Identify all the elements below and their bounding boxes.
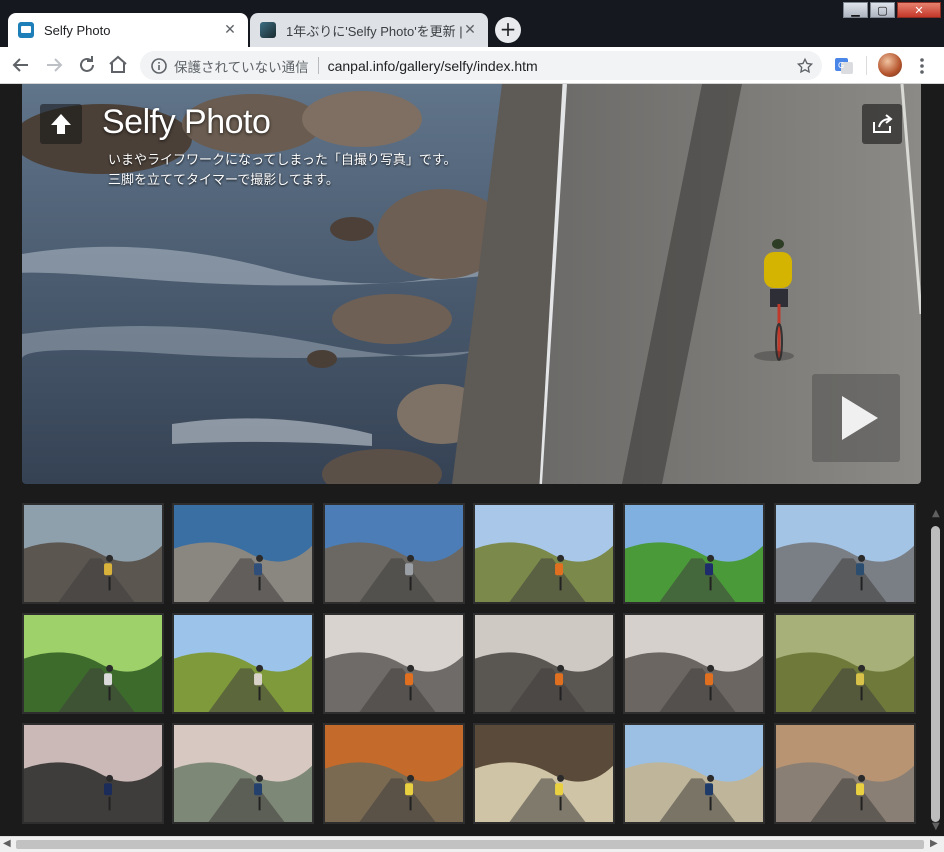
thumbnail-image (475, 615, 613, 712)
photo-thumbnail[interactable] (473, 613, 615, 714)
thumbnail-image (24, 725, 162, 822)
thumbnail-image (625, 725, 763, 822)
horizontal-scroll-thumb[interactable] (16, 840, 924, 849)
photo-thumbnail[interactable] (172, 503, 314, 604)
photo-thumbnail[interactable] (623, 613, 765, 714)
thumbnail-image (776, 725, 914, 822)
play-slideshow-button[interactable] (812, 374, 900, 462)
thumbnail-image (174, 615, 312, 712)
thumbnail-image (625, 615, 763, 712)
photo-thumbnail[interactable] (22, 503, 164, 604)
address-separator (317, 57, 319, 74)
photo-thumbnail[interactable] (22, 723, 164, 824)
thumbnail-image (325, 615, 463, 712)
horizontal-scrollbar[interactable]: ◀ ▶ (0, 836, 944, 852)
menu-dots-icon[interactable] (914, 56, 930, 76)
profile-avatar[interactable] (878, 53, 902, 77)
thumbnail-image (174, 505, 312, 602)
tab-title: 1年ぶりに'Selfy Photo'を更新 | (286, 23, 462, 39)
thumbnail-image (776, 615, 914, 712)
thumbnail-image (776, 505, 914, 602)
close-icon[interactable]: ✕ (897, 2, 941, 18)
security-status-text: 保護されていない通信 (174, 59, 309, 75)
scroll-down-arrow-icon[interactable]: ▼ (932, 821, 940, 832)
back-arrow-icon[interactable] (9, 53, 33, 77)
site-favicon-icon (18, 22, 34, 38)
url-text[interactable]: canpal.info/gallery/selfy/index.htm (328, 58, 538, 74)
tab-update-article[interactable]: 1年ぶりに'Selfy Photo'を更新 | ✕ (250, 13, 488, 47)
photo-thumbnail[interactable] (323, 613, 465, 714)
scroll-up-arrow-icon[interactable]: ▲ (932, 508, 940, 519)
share-button[interactable] (862, 104, 902, 144)
play-icon (842, 396, 878, 440)
svg-text:G: G (838, 61, 844, 70)
maximize-icon[interactable]: ▢ (870, 2, 895, 18)
scroll-left-arrow-icon[interactable]: ◀ (3, 838, 11, 849)
thumbnail-image (625, 505, 763, 602)
thumbnail-image (475, 725, 613, 822)
photo-thumbnail[interactable] (323, 723, 465, 824)
tab-title: Selfy Photo (44, 22, 111, 38)
vertical-scrollbar[interactable]: ▲ ▼ (928, 505, 944, 836)
info-icon[interactable] (150, 57, 168, 75)
tab-close-icon[interactable]: ✕ (462, 22, 478, 38)
browser-toolbar: 保護されていない通信 canpal.info/gallery/selfy/ind… (0, 47, 944, 84)
photo-thumbnail[interactable] (473, 723, 615, 824)
vertical-scroll-thumb[interactable] (931, 526, 940, 822)
new-tab-button[interactable]: + (495, 17, 521, 43)
article-favicon-icon (260, 22, 276, 38)
translate-extension-icon[interactable]: G (834, 56, 854, 76)
minimize-icon[interactable]: ▁ (843, 2, 868, 18)
photo-thumbnail[interactable] (774, 723, 916, 824)
reload-icon[interactable] (75, 53, 99, 77)
description-line: いまやライフワークになってしまった「自撮り写真」です。 (108, 152, 457, 167)
hero-background-image (22, 84, 921, 484)
thumbnail-image (24, 505, 162, 602)
tab-selfy-photo[interactable]: Selfy Photo ✕ (8, 13, 248, 47)
photo-thumbnail[interactable] (22, 613, 164, 714)
photo-thumbnail[interactable] (172, 723, 314, 824)
description-line: 三脚を立ててタイマーで撮影してます。 (108, 172, 339, 187)
share-icon (873, 114, 893, 133)
address-bar[interactable]: 保護されていない通信 canpal.info/gallery/selfy/ind… (140, 51, 822, 80)
photo-thumbnail[interactable] (623, 503, 765, 604)
photo-thumbnail[interactable] (774, 613, 916, 714)
bookmark-star-icon[interactable] (796, 57, 814, 75)
tab-close-icon[interactable]: ✕ (222, 22, 238, 38)
gallery-description: いまやライフワークになってしまった「自撮り写真」です。 三脚を立ててタイマーで撮… (108, 150, 457, 190)
hero-photo: Selfy Photo いまやライフワークになってしまった「自撮り写真」です。 … (22, 84, 921, 484)
toolbar-divider (866, 56, 867, 75)
scroll-right-arrow-icon[interactable]: ▶ (930, 838, 938, 849)
up-arrow-icon (51, 114, 71, 134)
photo-thumbnail[interactable] (473, 503, 615, 604)
thumbnail-image (325, 725, 463, 822)
photo-thumbnail[interactable] (172, 613, 314, 714)
browser-titlebar: Selfy Photo ✕ 1年ぶりに'Selfy Photo'を更新 | ✕ … (0, 0, 944, 47)
window-controls: ▁ ▢ ✕ (843, 2, 941, 20)
thumbnail-image (24, 615, 162, 712)
home-icon[interactable] (106, 53, 130, 77)
photo-thumbnail[interactable] (623, 723, 765, 824)
forward-arrow-icon[interactable] (42, 53, 66, 77)
thumbnail-image (475, 505, 613, 602)
photo-thumbnail[interactable] (774, 503, 916, 604)
up-arrow-button[interactable] (40, 104, 82, 144)
gallery-title: Selfy Photo (102, 103, 271, 141)
photo-thumbnail[interactable] (323, 503, 465, 604)
thumbnail-image (174, 725, 312, 822)
thumbnail-image (325, 505, 463, 602)
